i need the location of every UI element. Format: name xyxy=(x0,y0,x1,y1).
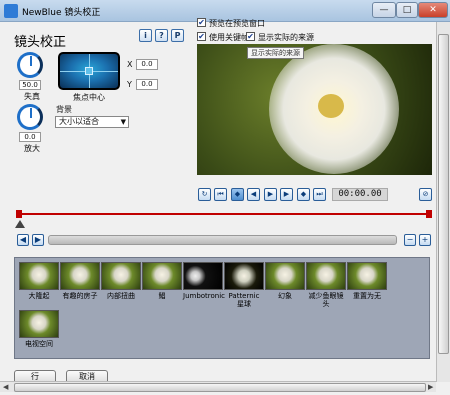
background-selected: 大小以适合 xyxy=(59,117,99,126)
go-end-icon[interactable]: ⏭ xyxy=(313,188,326,201)
keyframe-start-marker[interactable] xyxy=(16,210,22,218)
presets-button[interactable]: P xyxy=(171,29,184,42)
timeline-track[interactable] xyxy=(18,213,430,215)
loop-icon[interactable]: ↻ xyxy=(198,188,211,201)
tooltip: 显示实际的来源 xyxy=(247,47,304,59)
preset-item[interactable]: 幻象 xyxy=(265,262,305,300)
keyframe-end-marker[interactable] xyxy=(426,210,432,218)
zoom-knob[interactable] xyxy=(17,104,43,130)
scroll-left-icon[interactable]: ◀ xyxy=(17,234,29,246)
distortion-knob[interactable] xyxy=(17,52,43,78)
maximize-button[interactable]: □ xyxy=(396,2,418,18)
zoom-label: 放大 xyxy=(24,144,40,153)
scroll-right-arrow-icon[interactable]: ▶ xyxy=(428,383,433,391)
focus-center-label: 焦点中心 xyxy=(73,93,105,102)
zoom-value[interactable]: 0.0 xyxy=(19,132,41,142)
step-forward-icon[interactable]: ▶ xyxy=(280,188,293,201)
preset-thumbnail xyxy=(224,262,264,290)
preset-item[interactable]: Jumbotronic xyxy=(183,262,226,300)
preset-item[interactable]: 鲳 xyxy=(142,262,182,300)
window-title: NewBlue 镜头校正 xyxy=(22,8,101,18)
keyframes-checkbox-label: 使用关键帧 xyxy=(209,33,249,42)
zoom-out-icon[interactable]: − xyxy=(404,234,416,246)
preset-item[interactable]: Patternic 星球 xyxy=(224,262,264,308)
minimize-button[interactable]: — xyxy=(372,2,396,18)
distortion-label: 失真 xyxy=(24,92,40,101)
preset-thumbnail xyxy=(19,310,59,338)
preset-label: 内部扭曲 xyxy=(107,292,135,300)
preset-label: 电视空间 xyxy=(25,340,53,348)
scroll-right-icon[interactable]: ▶ xyxy=(32,234,44,246)
focus-y-field[interactable]: 0.0 xyxy=(136,79,158,90)
preview-checkbox[interactable]: ✔ xyxy=(197,18,206,27)
preset-label: 大隆起 xyxy=(28,292,50,300)
background-select[interactable]: 大小以适合 ▼ xyxy=(55,116,129,128)
preset-label: 重置为无 xyxy=(353,292,381,300)
preset-thumbnail xyxy=(265,262,305,290)
preview-checkbox-label: 预览在预览窗口 xyxy=(209,19,265,28)
info-button[interactable]: i xyxy=(139,29,152,42)
preset-thumbnail xyxy=(19,262,59,290)
playhead[interactable] xyxy=(15,220,25,228)
prev-keyframe-icon[interactable]: ◆ xyxy=(231,188,244,201)
preset-thumbnail xyxy=(183,262,223,290)
preset-thumbnail xyxy=(347,262,387,290)
help-button[interactable]: ? xyxy=(155,29,168,42)
zoom-in-icon[interactable]: + xyxy=(419,234,431,246)
vertical-scrollbar[interactable] xyxy=(436,22,450,382)
preset-label: 减少鱼眼镜头 xyxy=(308,292,344,308)
preset-item[interactable]: 减少鱼眼镜头 xyxy=(306,262,346,308)
focus-x-label: X xyxy=(127,60,133,69)
focus-y-label: Y xyxy=(127,80,132,89)
step-back-icon[interactable]: ◀ xyxy=(247,188,260,201)
next-keyframe-icon[interactable]: ◆ xyxy=(297,188,310,201)
dropdown-arrow-icon: ▼ xyxy=(120,118,126,126)
keyframe-toggle-icon[interactable]: ⊘ xyxy=(419,188,432,201)
preset-item[interactable]: 大隆起 xyxy=(19,262,59,300)
focus-handle[interactable] xyxy=(85,67,93,75)
horizontal-scrollbar[interactable]: ◀ ▶ xyxy=(0,381,436,392)
horizontal-scroll-thumb[interactable] xyxy=(14,383,426,392)
play-icon[interactable]: ▶ xyxy=(264,188,277,201)
preset-thumbnail xyxy=(101,262,141,290)
preset-panel: 大隆起 有趣的房子 内部扭曲 鲳 Jumbotronic Patternic 星… xyxy=(14,257,430,359)
source-checkbox[interactable]: ✔ xyxy=(246,32,255,41)
timeline-scrollbar[interactable] xyxy=(48,235,397,245)
preset-label: Patternic 星球 xyxy=(228,292,260,308)
preset-item[interactable]: 重置为无 xyxy=(347,262,387,300)
vertical-scroll-thumb[interactable] xyxy=(438,34,449,354)
preset-item[interactable]: 电视空间 xyxy=(19,310,59,348)
preset-thumbnail xyxy=(306,262,346,290)
preset-thumbnail xyxy=(60,262,100,290)
preset-label: 幻象 xyxy=(278,292,292,300)
preset-label: 有趣的房子 xyxy=(62,292,98,300)
preset-label: Jumbotronic xyxy=(183,292,226,300)
preset-item[interactable]: 有趣的房子 xyxy=(60,262,100,300)
preset-label: 鲳 xyxy=(158,292,166,300)
panel-heading: 镜头校正 xyxy=(14,35,67,50)
scroll-left-arrow-icon[interactable]: ◀ xyxy=(3,383,8,391)
background-label: 背景 xyxy=(56,105,72,114)
preset-thumbnail xyxy=(142,262,182,290)
preview-window xyxy=(197,44,432,175)
go-start-icon[interactable]: ⏮ xyxy=(214,188,227,201)
preset-item[interactable]: 内部扭曲 xyxy=(101,262,141,300)
source-checkbox-label: 显示实际的来源 xyxy=(258,33,314,42)
focus-center-pad[interactable] xyxy=(58,52,120,90)
preview-image-detail xyxy=(318,94,344,118)
timecode-display: 00:00.00 xyxy=(332,188,388,201)
keyframes-checkbox[interactable]: ✔ xyxy=(197,32,206,41)
app-icon xyxy=(4,4,18,18)
focus-x-field[interactable]: 0.0 xyxy=(136,59,158,70)
distortion-value[interactable]: 50.0 xyxy=(19,80,41,90)
close-button[interactable]: ✕ xyxy=(418,2,448,18)
